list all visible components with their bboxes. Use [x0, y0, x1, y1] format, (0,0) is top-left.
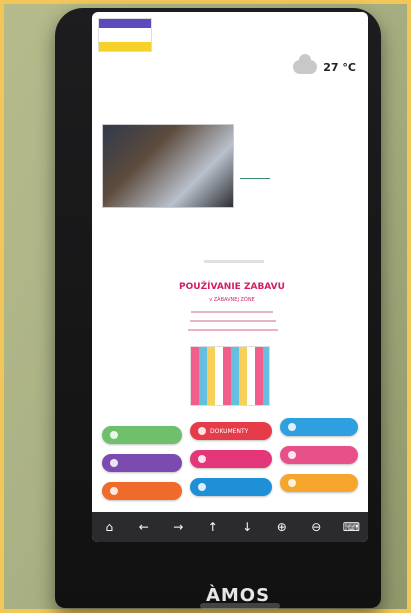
promo-line	[191, 311, 273, 313]
bottom-navbar: ⌂ ← → ↑ ↓ ⊕ ⊖ ⌨	[92, 512, 368, 542]
promo-subtitle: v ZÁBAVNEJ ZÓNE	[209, 297, 255, 303]
info-icon	[110, 459, 118, 467]
keyboard-icon[interactable]: ⌨	[343, 520, 360, 534]
compass-icon	[110, 431, 118, 439]
menu-button-star[interactable]	[280, 474, 358, 492]
arrow-left-icon[interactable]: ←	[136, 520, 152, 534]
menu-button-settings[interactable]	[280, 418, 358, 436]
menu-button-compass[interactable]	[102, 426, 182, 444]
cloud-icon	[293, 54, 318, 74]
promo-title: POUŽÍVANIE ZABAVU	[179, 282, 285, 292]
tools-icon	[110, 487, 118, 495]
image-icon	[198, 455, 206, 463]
star-icon	[288, 479, 296, 487]
arrow-up-icon[interactable]: ↑	[205, 520, 221, 534]
heart-icon	[288, 451, 296, 459]
promo-line	[190, 320, 276, 322]
menu-button-clock[interactable]	[190, 478, 272, 496]
zoom-in-icon[interactable]: ⊕	[274, 520, 290, 534]
weather-widget: 27 °C	[293, 54, 356, 74]
clock-icon	[198, 483, 206, 491]
promo-image[interactable]	[190, 346, 270, 406]
document-icon	[198, 427, 206, 435]
home-icon[interactable]: ⌂	[101, 520, 117, 534]
menu-button-documents[interactable]: DOKUMENTY	[190, 422, 272, 440]
menu-button-info[interactable]	[102, 454, 182, 472]
arrow-down-icon[interactable]: ↓	[239, 520, 255, 534]
gear-icon	[288, 423, 296, 431]
temperature: 27 °C	[323, 60, 356, 74]
news-divider	[240, 178, 270, 179]
arrow-right-icon[interactable]: →	[170, 520, 186, 534]
promo-line	[188, 329, 278, 331]
menu-button-tools[interactable]	[102, 482, 182, 500]
kiosk-screen: 27 °C POUŽÍVANIE ZABAVU v ZÁBAVNEJ ZÓNE …	[92, 12, 368, 542]
logo-icon[interactable]	[98, 18, 152, 52]
menu-button-health[interactable]	[280, 446, 358, 464]
menu-button-label: DOKUMENTY	[210, 427, 249, 435]
promo-separator-top	[204, 260, 264, 263]
news-photo[interactable]	[102, 124, 234, 208]
brand-underline	[200, 603, 280, 609]
zoom-out-icon[interactable]: ⊖	[308, 520, 324, 534]
menu-button-gallery[interactable]	[190, 450, 272, 468]
